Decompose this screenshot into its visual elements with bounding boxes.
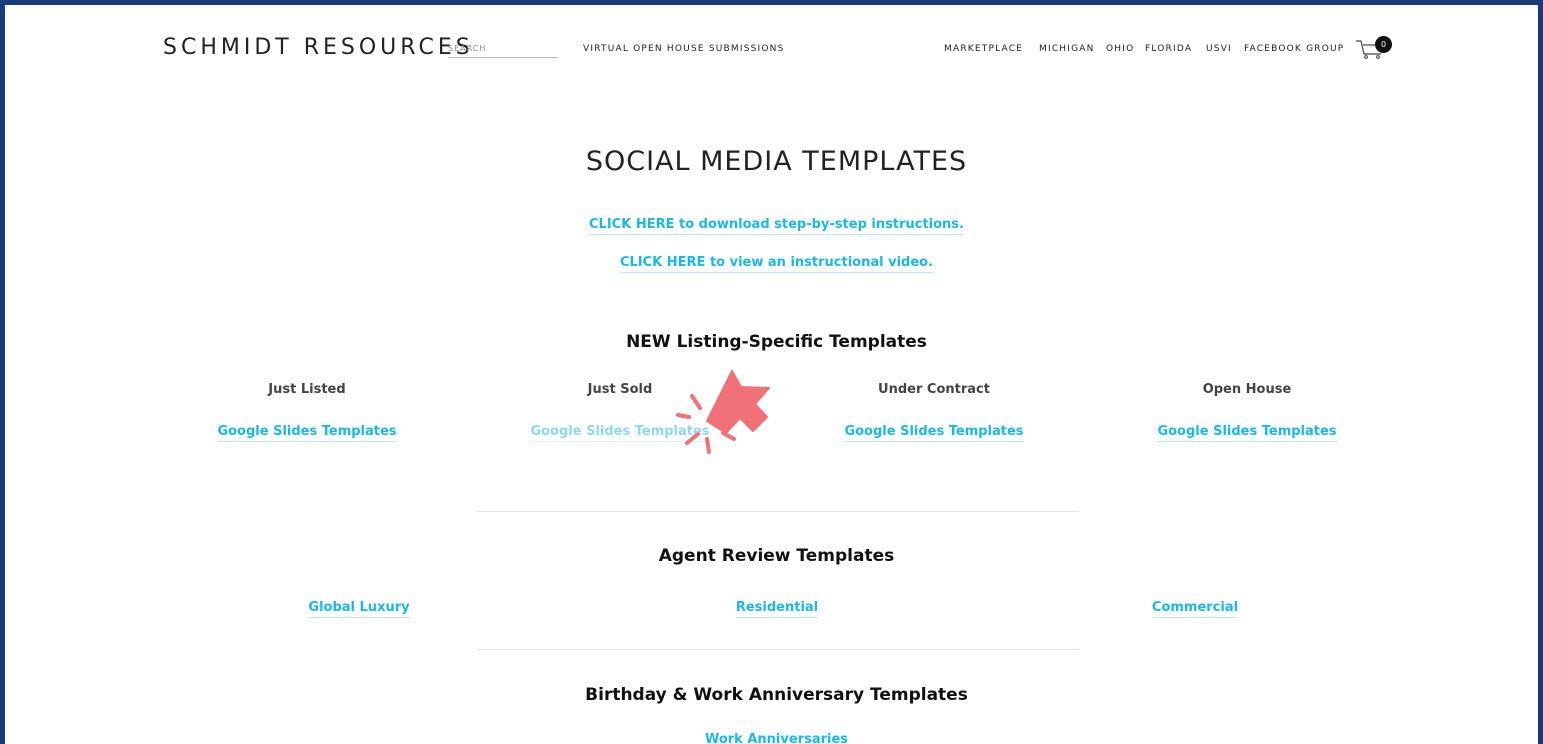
column-just-listed: Just Listed Google Slides Templates (177, 382, 437, 442)
section-divider (477, 649, 1079, 650)
nav-virtual-open-house[interactable]: VIRTUAL OPEN HOUSE SUBMISSIONS (583, 44, 785, 54)
commercial-link[interactable]: Commercial (1151, 600, 1239, 618)
column-open-house: Open House Google Slides Templates (1117, 382, 1377, 442)
review-link-commercial-wrap: Commercial (1065, 596, 1325, 618)
nav-facebook-group[interactable]: FACEBOOK GROUP (1244, 44, 1344, 54)
under-contract-google-slides-link[interactable]: Google Slides Templates (844, 424, 1024, 442)
just-listed-google-slides-link[interactable]: Google Slides Templates (217, 424, 397, 442)
listing-section-heading: NEW Listing-Specific Templates (626, 332, 927, 352)
site-brand[interactable]: SCHMIDT RESOURCES (163, 35, 474, 60)
section-divider (477, 511, 1079, 512)
global-luxury-link[interactable]: Global Luxury (308, 600, 410, 618)
review-section-heading: Agent Review Templates (658, 546, 895, 566)
search-input[interactable] (448, 39, 558, 58)
instruction-link-row-1: CLICK HERE to download step-by-step inst… (5, 213, 1538, 235)
nav-marketplace[interactable]: MARKETPLACE (944, 44, 1023, 54)
review-link-residential-wrap: Residential (647, 596, 907, 618)
download-instructions-link[interactable]: CLICK HERE to download step-by-step inst… (589, 217, 964, 235)
nav-ohio[interactable]: OHIO (1106, 44, 1134, 54)
nav-florida[interactable]: FLORIDA (1145, 44, 1192, 54)
work-anniversaries-link[interactable]: Work Anniversaries (704, 732, 849, 744)
page-title: SOCIAL MEDIA TEMPLATES (585, 146, 968, 177)
instructional-video-link[interactable]: CLICK HERE to view an instructional vide… (619, 255, 934, 273)
column-label: Open House (1202, 382, 1292, 397)
nav-michigan[interactable]: MICHIGAN (1039, 44, 1095, 54)
review-link-global-luxury-wrap: Global Luxury (229, 596, 489, 618)
nav-usvi[interactable]: USVI (1206, 44, 1232, 54)
residential-link[interactable]: Residential (735, 600, 819, 618)
column-label: Under Contract (878, 382, 990, 397)
cart-count-badge[interactable]: 0 (1375, 36, 1392, 53)
page-frame: SCHMIDT RESOURCES VIRTUAL OPEN HOUSE SUB… (0, 0, 1543, 744)
open-house-google-slides-link[interactable]: Google Slides Templates (1157, 424, 1337, 442)
instruction-link-row-2: CLICK HERE to view an instructional vide… (5, 251, 1538, 273)
birthday-link-row: Work Anniversaries (5, 728, 1538, 744)
click-pointer-icon (676, 370, 770, 454)
birthday-section-heading: Birthday & Work Anniversary Templates (585, 685, 968, 705)
column-under-contract: Under Contract Google Slides Templates (804, 382, 1064, 442)
column-label: Just Listed (268, 382, 346, 397)
